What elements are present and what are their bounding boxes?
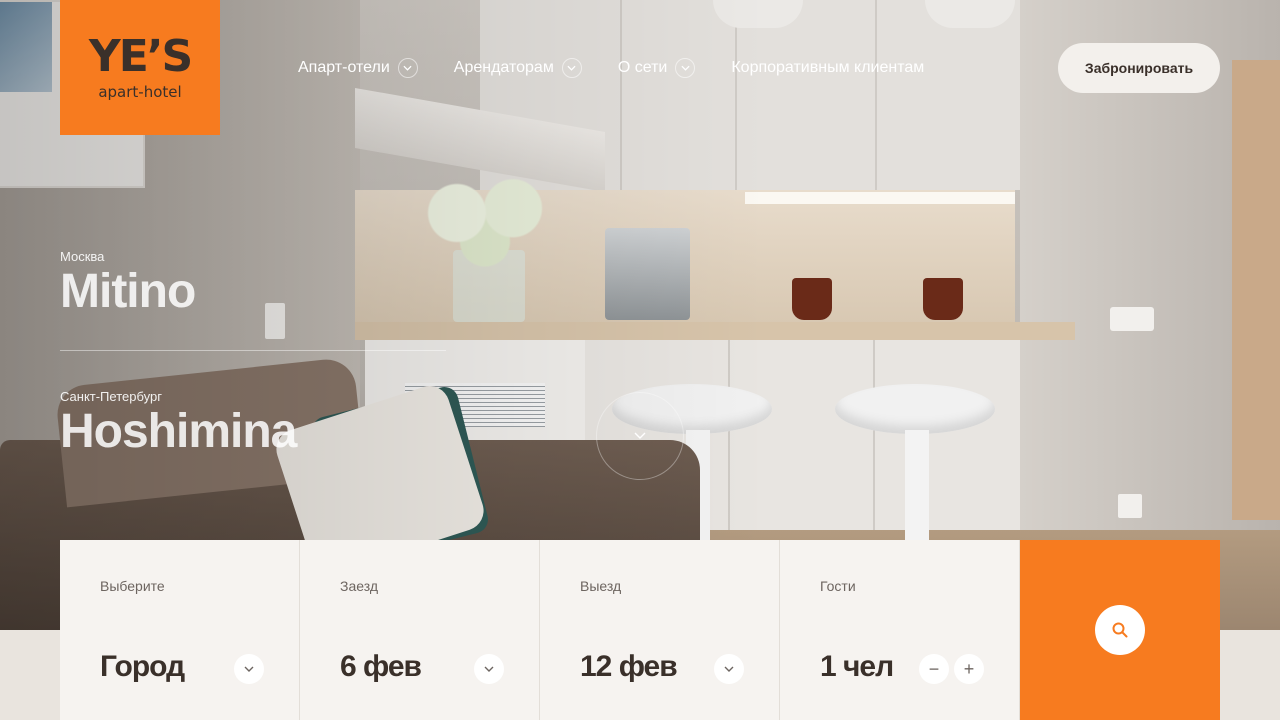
chevron-down-icon — [724, 666, 734, 672]
checkout-label: Выезд — [580, 578, 622, 594]
logo-word: YE’S — [88, 30, 193, 82]
guests-value: 1 чел — [820, 650, 894, 683]
logo-subtitle: apart-hotel — [98, 82, 182, 101]
location-item-mitino[interactable]: Москва Mitino — [60, 249, 196, 320]
checkin-field[interactable]: Заезд 6 фев — [300, 540, 540, 720]
city-select[interactable]: Выберите Город — [60, 540, 300, 720]
chevron-down-icon[interactable] — [561, 58, 582, 78]
chevron-down-icon[interactable] — [397, 58, 418, 78]
guests-label: Гости — [820, 578, 856, 594]
nav-item-corporate[interactable]: Корпоративным клиентам — [731, 59, 924, 77]
nav-item-label: Арендаторам — [453, 59, 554, 76]
nav-item-label: Корпоративным клиентам — [731, 59, 925, 76]
location-name: Mitino — [60, 265, 196, 318]
city-label: Выберите — [100, 578, 165, 594]
chevron-down-icon — [634, 432, 646, 439]
guests-increment-button[interactable]: + — [954, 654, 984, 684]
brand-logo[interactable]: YE’S apart-hotel — [60, 0, 220, 135]
main-nav: Апарт-отели Арендаторам О сети Корпорати… — [298, 56, 924, 80]
checkin-value: 6 фев — [340, 650, 422, 683]
chevron-down-icon — [244, 666, 254, 672]
location-item-hoshimina[interactable]: Санкт-Петербург Hoshimina — [60, 389, 297, 460]
chevron-down-icon[interactable] — [675, 58, 696, 78]
checkout-value: 12 фев — [580, 650, 678, 683]
nav-item-about[interactable]: О сети — [618, 58, 696, 78]
location-city: Москва — [60, 249, 105, 264]
guests-decrement-button[interactable]: − — [919, 654, 949, 684]
nav-item-label: Апарт-отели — [298, 59, 390, 76]
nav-item-tenants[interactable]: Арендаторам — [454, 58, 582, 78]
minus-icon: − — [928, 659, 940, 679]
checkout-field[interactable]: Выезд 12 фев — [540, 540, 780, 720]
checkout-dropdown-button[interactable] — [714, 654, 744, 684]
book-button[interactable]: Забронировать — [1058, 43, 1220, 93]
nav-item-apart-hotels[interactable]: Апарт-отели — [298, 58, 418, 78]
search-panel — [1020, 540, 1220, 720]
checkin-dropdown-button[interactable] — [474, 654, 504, 684]
guests-field: Гости 1 чел − + — [780, 540, 1020, 720]
nav-item-label: О сети — [617, 59, 668, 76]
chevron-down-icon — [484, 666, 494, 672]
checkin-label: Заезд — [340, 578, 379, 594]
location-divider — [60, 350, 446, 351]
booking-form: Выберите Город Заезд 6 фев Выезд 12 фев … — [60, 540, 1220, 720]
location-city: Санкт-Петербург — [60, 389, 162, 404]
city-dropdown-button[interactable] — [234, 654, 264, 684]
scroll-down-button[interactable] — [596, 392, 684, 480]
search-button[interactable] — [1095, 605, 1145, 655]
location-name: Hoshimina — [60, 405, 297, 458]
plus-icon: + — [963, 659, 975, 679]
city-value: Город — [100, 650, 185, 683]
search-icon — [1112, 622, 1128, 638]
